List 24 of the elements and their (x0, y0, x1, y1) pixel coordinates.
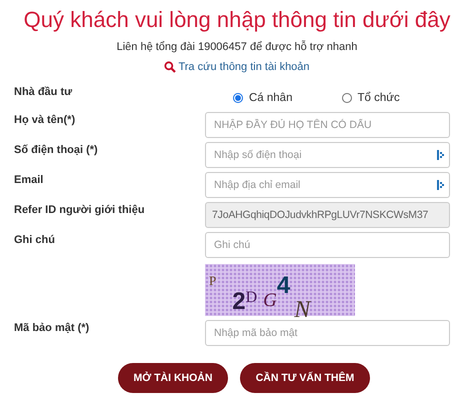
field-label: Email (14, 173, 44, 188)
input-field: 7JoAHGqhiqDOJudvkhRPgLUVr7NSKCWsM37 (205, 202, 450, 228)
page-heading: Quý khách vui lòng nhập thông tin dưới đây (22, 6, 452, 34)
input-field[interactable]: Nhập số điện thoại (205, 142, 450, 168)
field-label: Họ và tên(*) (14, 113, 76, 128)
field-label: Refer ID người giới thiệu (14, 203, 146, 218)
radio-option[interactable]: Cá nhân (233, 92, 342, 104)
radio-icon[interactable] (233, 93, 243, 103)
radio-icon[interactable] (342, 93, 352, 103)
radio-option[interactable]: Tổ chức (342, 92, 450, 104)
action-button[interactable]: MỞ TÀI KHOẢN (118, 363, 228, 393)
field-label: Nhà đầu tư (14, 85, 74, 100)
hotline-text: Liên hệ tổng đài 19006457 để được hỗ trợ nhanh (116, 40, 358, 54)
input-field[interactable]: Ghi chú (205, 232, 450, 258)
field-label: Số điện thoại (*) (14, 143, 99, 158)
action-button[interactable]: CẦN TƯ VẤN THÊM (240, 363, 370, 393)
lookup-link[interactable]: Tra cứu thông tin tài khoản (164, 60, 310, 74)
field-label: Ghi chú (14, 233, 56, 248)
autofill-icon[interactable] (437, 150, 444, 160)
autofill-icon[interactable] (437, 180, 444, 190)
field-label: Mã bảo mật (*) (14, 321, 90, 336)
input-field[interactable]: Nhập mã bảo mật (205, 320, 450, 346)
input-field[interactable]: Nhập địa chỉ email (205, 172, 450, 198)
search-icon (164, 61, 176, 73)
